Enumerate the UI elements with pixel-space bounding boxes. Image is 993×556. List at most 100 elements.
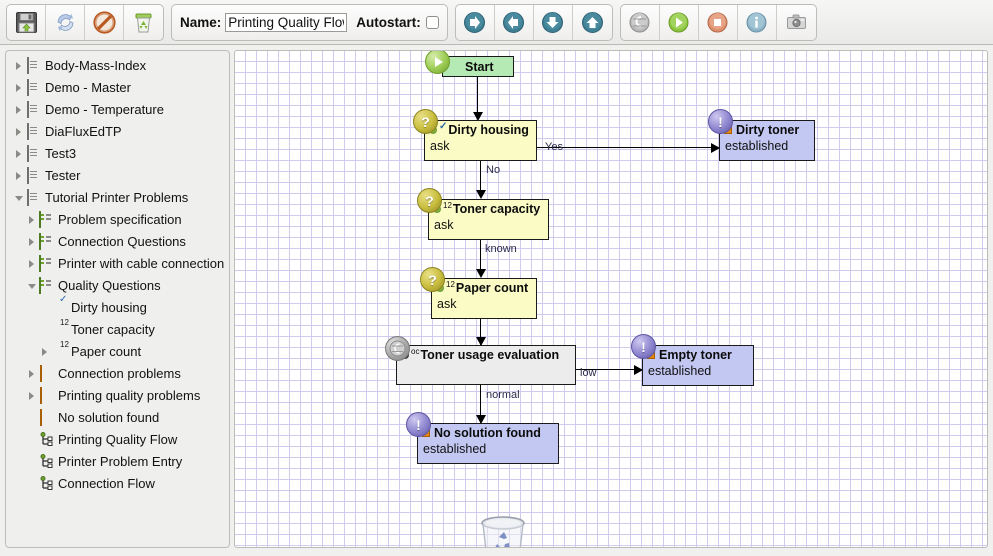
question-icon: ?: [420, 267, 445, 292]
solution-icon: [38, 387, 54, 404]
sidebar-item-printing-quality-flow[interactable]: Printing Quality Flow: [6, 429, 229, 451]
flow-node-start[interactable]: Start: [425, 51, 514, 77]
sidebar-item-label: Toner capacity: [71, 322, 155, 337]
back-button[interactable]: [495, 4, 534, 40]
knowledge-base-tree[interactable]: Body-Mass-Index Demo - Master Demo - Tempe…: [5, 50, 230, 548]
node-subtitle: established: [423, 442, 487, 456]
refresh-button[interactable]: [46, 4, 85, 40]
sidebar-item-label: Tutorial Printer Problems: [45, 190, 189, 205]
question-oc-icon: 12: [60, 340, 69, 349]
edge-label-low: low: [580, 367, 597, 379]
flow-node-paper-count[interactable]: ? 12 Paper count ask: [420, 267, 537, 319]
sidebar-item-connection-questions[interactable]: Connection Questions: [6, 231, 229, 253]
tree-toggle-closed-icon[interactable]: [29, 392, 34, 400]
exclam-icon: !: [631, 334, 656, 359]
document-icon: [25, 189, 41, 206]
flow-node-toner-capacity[interactable]: ? 12 Toner capacity ask: [417, 188, 549, 240]
edge-start-to-dirty: [477, 77, 479, 114]
sidebar-item-label: Printer with cable connection: [58, 256, 225, 271]
tree-toggle-closed-icon[interactable]: [16, 128, 21, 136]
edge-dirty-no: [480, 161, 482, 192]
flow-node-empty-toner[interactable]: ! Empty toner established: [631, 334, 754, 386]
sidebar-item-label: Body-Mass-Index: [45, 58, 147, 73]
stop-button[interactable]: [699, 4, 738, 40]
flowchart-canvas[interactable]: Yes No known low normal Start? ✓ Dirty housing…: [234, 50, 988, 548]
sidebar-item-label: Tester: [45, 168, 81, 183]
sidebar-item-tutorial-printer-problems[interactable]: Tutorial Printer Problems: [6, 187, 229, 209]
flow-name-input[interactable]: [225, 12, 348, 32]
tree-toggle-closed-icon[interactable]: [16, 172, 21, 180]
run-button[interactable]: [660, 4, 699, 40]
flow-icon: [385, 336, 410, 361]
main-toolbar: Name: Autostart:: [0, 0, 993, 45]
flow-node-toner-usage-eval[interactable]: oc Toner usage evaluation: [385, 336, 576, 385]
tree-toggle-closed-icon[interactable]: [29, 370, 34, 378]
sidebar-item-connection-problems[interactable]: Connection problems: [6, 363, 229, 385]
sidebar-item-printer-with-cable-connection[interactable]: Printer with cable connection: [6, 253, 229, 275]
edge-tcap-known: [480, 240, 482, 271]
sidebar-item-printer-problem-entry[interactable]: Printer Problem Entry: [6, 451, 229, 473]
sidebar-item-label: No solution found: [58, 410, 160, 425]
download-button[interactable]: [534, 4, 573, 40]
questionnaire-icon: [38, 211, 54, 228]
sidebar-item-tester[interactable]: Tester: [6, 165, 229, 187]
compile-button[interactable]: [621, 4, 660, 40]
document-icon: [25, 145, 41, 162]
tree-toggle-open-icon[interactable]: [14, 195, 23, 201]
sidebar-item-diafluxedtp[interactable]: DiaFluxEdTP: [6, 121, 229, 143]
sidebar-item-label: Connection problems: [58, 366, 181, 381]
sidebar-item-printing-quality-problems[interactable]: Printing quality problems: [6, 385, 229, 407]
sidebar-item-toner-capacity[interactable]: 12 Toner capacity: [6, 318, 229, 341]
tree-toggle-closed-icon[interactable]: [29, 238, 34, 246]
sidebar-item-problem-specification[interactable]: Problem specification: [6, 209, 229, 231]
forward-button[interactable]: [456, 4, 495, 40]
sidebar-item-body-mass-index[interactable]: Body-Mass-Index: [6, 55, 229, 77]
node-title: Toner usage evaluation: [420, 348, 560, 362]
tree-toggle-closed-icon[interactable]: [29, 216, 34, 224]
tree-toggle-closed-icon[interactable]: [16, 106, 21, 114]
tree-toggle-closed-icon[interactable]: [16, 150, 21, 158]
tree-toggle-closed-icon[interactable]: [29, 260, 34, 268]
autostart-label: Autostart:: [356, 14, 421, 30]
edge-dirty-yes-h: [537, 147, 719, 149]
sidebar-item-no-solution-found[interactable]: No solution found: [6, 407, 229, 429]
sidebar-item-connection-flow[interactable]: Connection Flow: [6, 473, 229, 495]
screenshot-button[interactable]: [777, 5, 816, 40]
exclam-icon: !: [708, 109, 733, 134]
sidebar-item-quality-questions[interactable]: Quality Questions: [6, 275, 229, 297]
sidebar-item-label: Paper count: [71, 344, 142, 359]
sidebar-item-test3[interactable]: Test3: [6, 143, 229, 165]
tree-toggle-closed-icon[interactable]: [42, 348, 47, 356]
play-icon: [425, 51, 450, 74]
node-title-row: Empty toner: [643, 346, 753, 364]
sidebar-item-paper-count[interactable]: 12 Paper count: [6, 340, 229, 363]
tree-toggle-open-icon[interactable]: [27, 283, 36, 289]
sidebar-item-label: Quality Questions: [58, 278, 161, 293]
sidebar-item-label: Demo - Master: [45, 80, 131, 95]
tree-toggle-closed-icon[interactable]: [16, 84, 21, 92]
autostart-checkbox[interactable]: [425, 15, 439, 29]
arrowhead-dirty-tcap: [476, 190, 486, 199]
node-title-row: oc Toner usage evaluation: [397, 346, 575, 364]
flow-node-dirty-toner[interactable]: ! Dirty toner established: [708, 109, 815, 161]
diaflux-editor-window: Name: Autostart:: [0, 0, 993, 556]
run-group: [619, 3, 817, 41]
node-title-row: Dirty toner: [720, 121, 814, 139]
sidebar-item-label: Test3: [45, 146, 77, 161]
sidebar-item-demo-master[interactable]: Demo - Master: [6, 77, 229, 99]
question-icon: ?: [417, 188, 442, 213]
node-title: Dirty housing: [448, 123, 529, 137]
delete-button[interactable]: [124, 5, 163, 40]
canvas-trash-icon[interactable]: [475, 511, 531, 547]
tree-toggle-closed-icon[interactable]: [16, 62, 21, 70]
upload-button[interactable]: [573, 5, 612, 40]
sidebar-item-label: Printing Quality Flow: [58, 432, 178, 447]
save-button[interactable]: [7, 4, 46, 40]
sidebar-item-dirty-housing[interactable]: ✓ Dirty housing: [6, 294, 229, 319]
sidebar-item-demo-temperature[interactable]: Demo - Temperature: [6, 99, 229, 121]
info-button[interactable]: [738, 4, 777, 40]
edge-label-normal: normal: [486, 389, 520, 401]
cancel-button[interactable]: [85, 4, 124, 40]
flow-node-dirty-housing[interactable]: ? ✓ Dirty housing ask: [413, 109, 537, 161]
flow-node-no-solution[interactable]: ! No solution found established: [406, 412, 559, 464]
